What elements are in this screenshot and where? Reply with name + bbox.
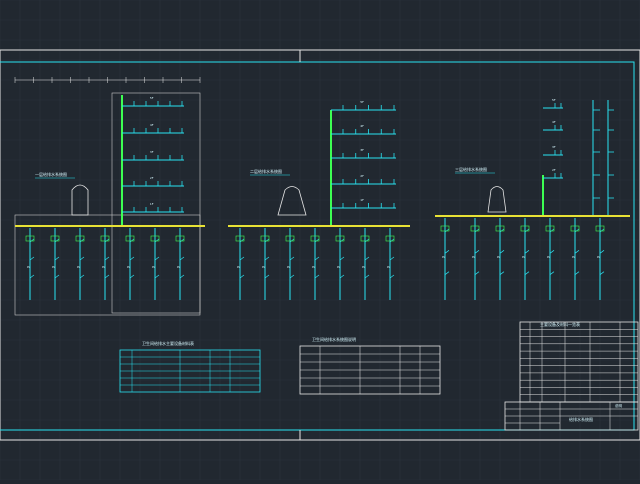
floor-tag: 3F xyxy=(552,145,556,149)
floor-tag: 3F xyxy=(150,150,154,154)
floor-tag: 5F xyxy=(360,100,364,104)
floor-tag: 1F xyxy=(360,198,364,202)
floor-tag: 4F xyxy=(150,123,154,127)
section-label-text-1: 一层给排水系统图 xyxy=(35,171,67,177)
section-label-text-2: 二层给排水系统图 xyxy=(250,168,282,174)
cad-drawing-canvas[interactable]: 5F4F3F2F1F 5F4F3F2F1F 5F4F3F2F PL PL PL PL P… xyxy=(0,0,640,481)
floor-tag: 4F xyxy=(552,120,556,124)
floor-tag: 1F xyxy=(150,202,154,206)
floor-tag: 4F xyxy=(360,124,364,128)
title-block-note: 说明 xyxy=(615,403,623,408)
cad-viewport[interactable]: 5F 4F 3F 2F 1F 5F 4F 3F 2F 1F 5F 4F 3F 2F PL PL PL PL P… xyxy=(0,0,640,481)
floor-tag: 3F xyxy=(360,148,364,152)
floor-tag: 5F xyxy=(150,96,154,100)
equipment-table-middle-title: 卫生间给排水系统图说明 xyxy=(312,336,356,342)
floor-tag: 5F xyxy=(552,98,556,102)
title-block-drawing-name: 给排水系统图 xyxy=(569,416,593,422)
equipment-table-left-title: 卫生间给排水主要设备材料表 xyxy=(142,340,194,346)
floor-tag: 2F xyxy=(150,176,154,180)
floor-tag: 2F xyxy=(552,168,556,172)
section-label-text-3: 三层给排水系统图 xyxy=(455,166,487,172)
floor-tag: 2F xyxy=(360,174,364,178)
